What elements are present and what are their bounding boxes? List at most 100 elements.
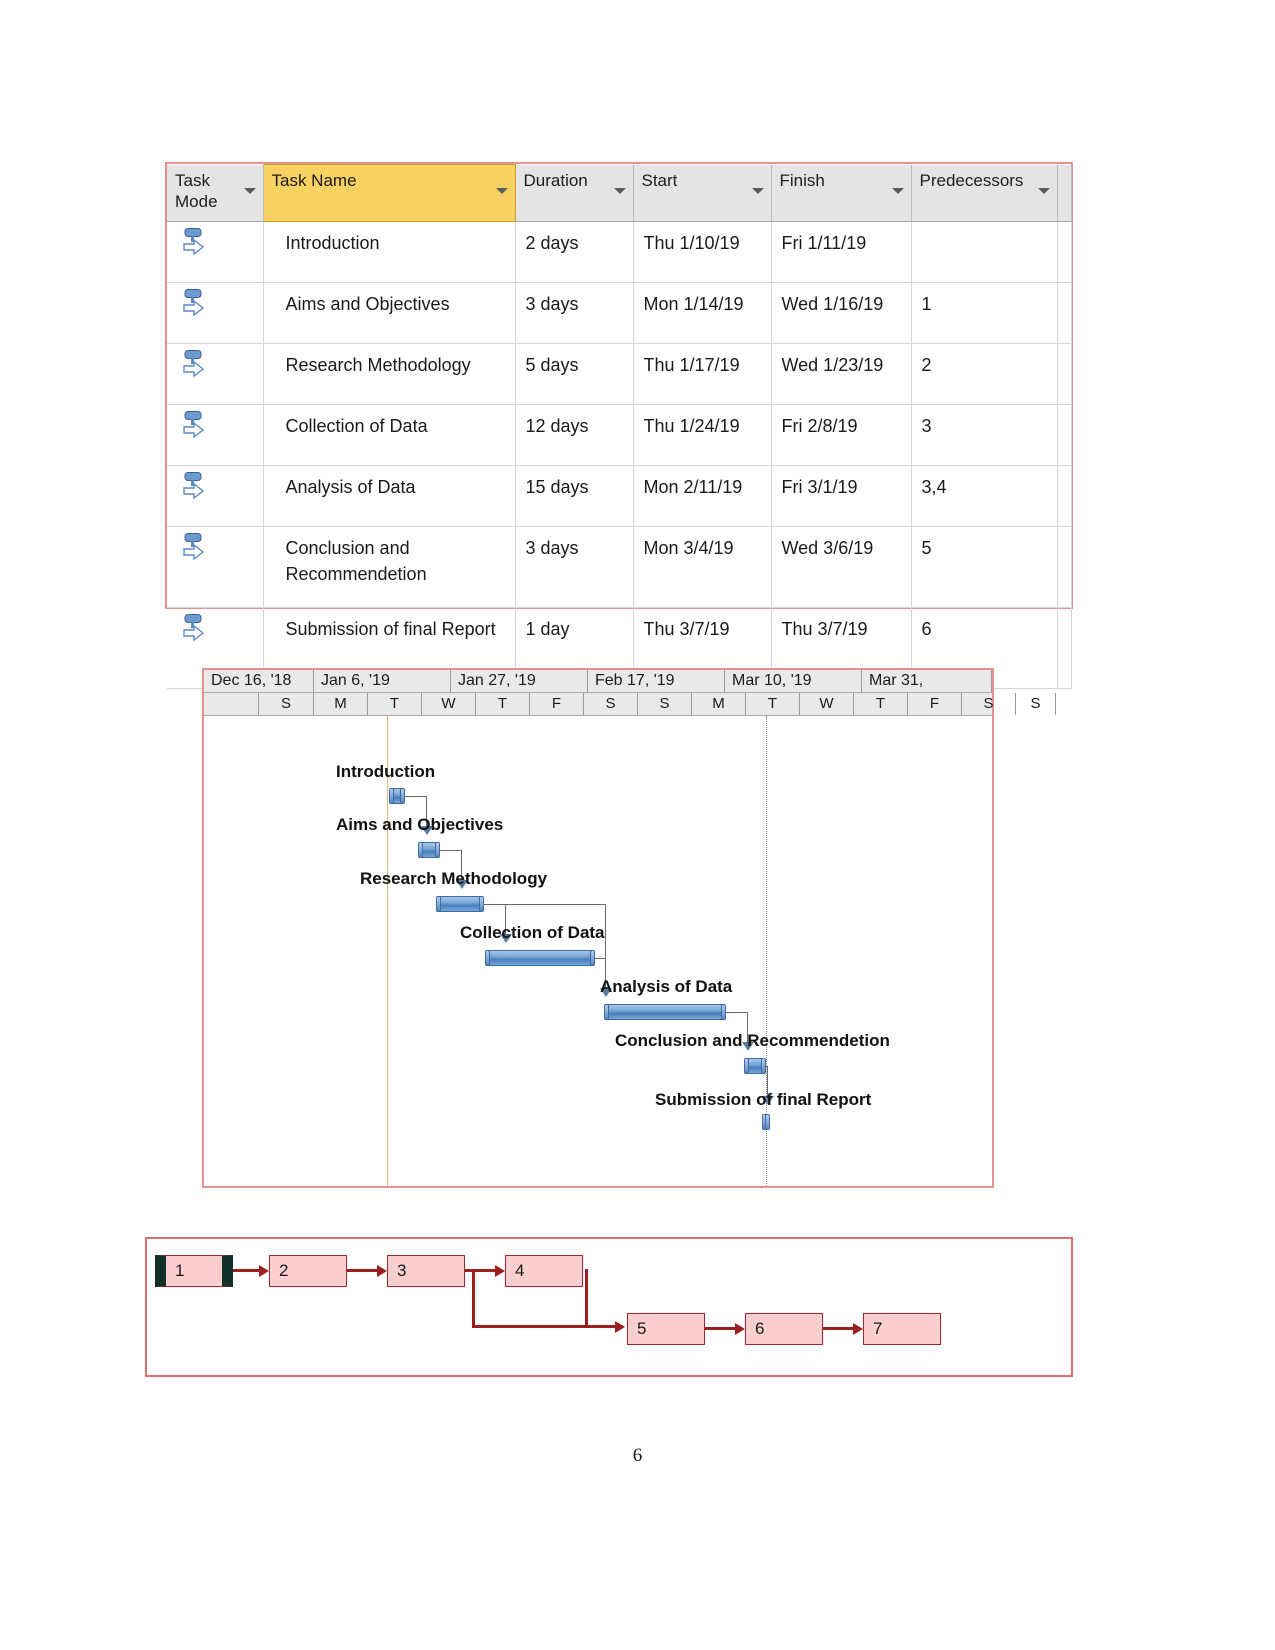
auto-scheduled-icon xyxy=(183,289,209,319)
column-header-finish[interactable]: Finish xyxy=(771,164,912,222)
finish-cell[interactable]: Fri 1/11/19 xyxy=(771,221,912,283)
gantt-bar-label: Submission of final Report xyxy=(655,1090,872,1109)
start-cell[interactable]: Mon 1/14/19 xyxy=(633,282,772,344)
start-cell[interactable]: Mon 3/4/19 xyxy=(633,526,772,608)
filter-dropdown-icon[interactable] xyxy=(1037,187,1050,194)
gantt-bar[interactable] xyxy=(485,950,595,966)
gantt-bar[interactable] xyxy=(744,1058,766,1074)
filter-dropdown-icon[interactable] xyxy=(243,187,256,194)
gantt-bar-label: Analysis of Data xyxy=(600,977,733,996)
finish-cell[interactable]: Wed 1/23/19 xyxy=(771,343,912,405)
overflow-cell xyxy=(1057,221,1072,283)
gantt-bar-label: Conclusion and Recommendetion xyxy=(615,1031,890,1050)
network-link-arrow xyxy=(735,1323,745,1335)
finish-cell[interactable]: Wed 1/16/19 xyxy=(771,282,912,344)
task-name-cell[interactable]: Conclusion and Recommendetion xyxy=(263,526,516,608)
gantt-bar[interactable] xyxy=(418,842,440,858)
table-row[interactable]: Research Methodology 5 days Thu 1/17/19 … xyxy=(167,343,1072,405)
auto-scheduled-icon xyxy=(183,228,209,258)
gantt-day-cell: W xyxy=(800,693,854,715)
duration-cell[interactable]: 3 days xyxy=(515,282,634,344)
task-mode-cell[interactable] xyxy=(167,282,264,344)
gantt-day-cell: M xyxy=(314,693,368,715)
column-header-task-name[interactable]: Task Name xyxy=(262,164,516,222)
project-task-table: Task Mode Task Name Duration Start Finis… xyxy=(167,164,1072,689)
predecessors-cell[interactable]: 5 xyxy=(911,526,1058,608)
gantt-day-cell: S xyxy=(638,693,692,715)
task-name-cell[interactable]: Collection of Data xyxy=(263,404,516,466)
table-row[interactable]: Conclusion and Recommendetion 3 days Mon… xyxy=(167,526,1072,608)
table-row[interactable]: Analysis of Data 15 days Mon 2/11/19 Fri… xyxy=(167,465,1072,527)
gantt-day-cell: S xyxy=(259,693,314,715)
network-node-4[interactable]: 4 xyxy=(505,1255,583,1287)
duration-cell[interactable]: 3 days xyxy=(515,526,634,608)
network-node-7[interactable]: 7 xyxy=(863,1313,941,1345)
table-row[interactable]: Aims and Objectives 3 days Mon 1/14/19 W… xyxy=(167,282,1072,344)
auto-scheduled-icon xyxy=(183,472,209,502)
task-name-cell[interactable]: Research Methodology xyxy=(263,343,516,405)
predecessors-cell[interactable]: 3 xyxy=(911,404,1058,466)
gantt-bar[interactable] xyxy=(436,896,484,912)
task-name-cell[interactable]: Analysis of Data xyxy=(263,465,516,527)
network-link-arrow xyxy=(495,1265,505,1277)
filter-dropdown-icon[interactable] xyxy=(751,187,764,194)
start-cell[interactable]: Thu 1/17/19 xyxy=(633,343,772,405)
network-node-5[interactable]: 5 xyxy=(627,1313,705,1345)
finish-cell[interactable]: Fri 3/1/19 xyxy=(771,465,912,527)
network-link-3-5-vertical xyxy=(472,1269,475,1327)
network-link-arrow xyxy=(259,1265,269,1277)
predecessors-cell[interactable] xyxy=(911,221,1058,283)
gantt-bar-label: Collection of Data xyxy=(460,923,605,942)
gantt-bar-label: Research Methodology xyxy=(360,869,548,888)
network-node-3[interactable]: 3 xyxy=(387,1255,465,1287)
column-header-duration[interactable]: Duration xyxy=(515,164,634,222)
gantt-plot-area: Introduction Aims and Objectives Researc… xyxy=(204,716,992,1186)
filter-dropdown-icon[interactable] xyxy=(891,187,904,194)
finish-cell[interactable]: Fri 2/8/19 xyxy=(771,404,912,466)
gantt-day-cell xyxy=(204,693,259,715)
predecessors-cell[interactable]: 2 xyxy=(911,343,1058,405)
column-header-start[interactable]: Start xyxy=(633,164,772,222)
gantt-bar[interactable] xyxy=(389,788,405,804)
start-cell[interactable]: Thu 1/24/19 xyxy=(633,404,772,466)
column-header-label: Start xyxy=(641,170,678,190)
task-mode-cell[interactable] xyxy=(167,343,264,405)
column-header-task-mode[interactable]: Task Mode xyxy=(167,164,264,222)
page-number: 6 xyxy=(632,1445,643,1466)
start-cell[interactable]: Thu 1/10/19 xyxy=(633,221,772,283)
gantt-month-cell: Jan 27, '19 xyxy=(451,670,588,692)
network-link-4-5-vertical xyxy=(585,1269,588,1327)
network-node-6[interactable]: 6 xyxy=(745,1313,823,1345)
task-mode-cell[interactable] xyxy=(167,526,264,608)
gantt-day-cell: T xyxy=(746,693,800,715)
finish-cell[interactable]: Wed 3/6/19 xyxy=(771,526,912,608)
duration-cell[interactable]: 5 days xyxy=(515,343,634,405)
filter-dropdown-icon[interactable] xyxy=(495,188,508,194)
gantt-bar[interactable] xyxy=(604,1004,726,1020)
predecessors-cell[interactable]: 1 xyxy=(911,282,1058,344)
gantt-bar-label: Introduction xyxy=(336,762,436,781)
task-mode-cell[interactable] xyxy=(167,465,264,527)
column-header-predecessors[interactable]: Predecessors xyxy=(911,164,1058,222)
predecessors-cell[interactable]: 3,4 xyxy=(911,465,1058,527)
network-node-1[interactable]: 1 xyxy=(155,1255,233,1287)
network-node-2[interactable]: 2 xyxy=(269,1255,347,1287)
gantt-bar[interactable] xyxy=(762,1114,770,1130)
task-name-cell[interactable]: Introduction xyxy=(263,221,516,283)
gantt-day-cell: T xyxy=(368,693,422,715)
task-name-cell[interactable]: Aims and Objectives xyxy=(263,282,516,344)
gantt-month-cell: Feb 17, '19 xyxy=(588,670,725,692)
network-link-arrow xyxy=(853,1323,863,1335)
table-row[interactable]: Collection of Data 12 days Thu 1/24/19 F… xyxy=(167,404,1072,466)
duration-cell[interactable]: 2 days xyxy=(515,221,634,283)
network-link-3-4 xyxy=(465,1269,497,1272)
gantt-bar-label: Aims and Objectives xyxy=(336,815,504,834)
table-header-row: Task Mode Task Name Duration Start Finis… xyxy=(167,164,1072,222)
table-row[interactable]: Introduction 2 days Thu 1/10/19 Fri 1/11… xyxy=(167,221,1072,283)
duration-cell[interactable]: 12 days xyxy=(515,404,634,466)
filter-dropdown-icon[interactable] xyxy=(613,187,626,194)
task-mode-cell[interactable] xyxy=(167,221,264,283)
task-mode-cell[interactable] xyxy=(167,404,264,466)
start-cell[interactable]: Mon 2/11/19 xyxy=(633,465,772,527)
duration-cell[interactable]: 15 days xyxy=(515,465,634,527)
